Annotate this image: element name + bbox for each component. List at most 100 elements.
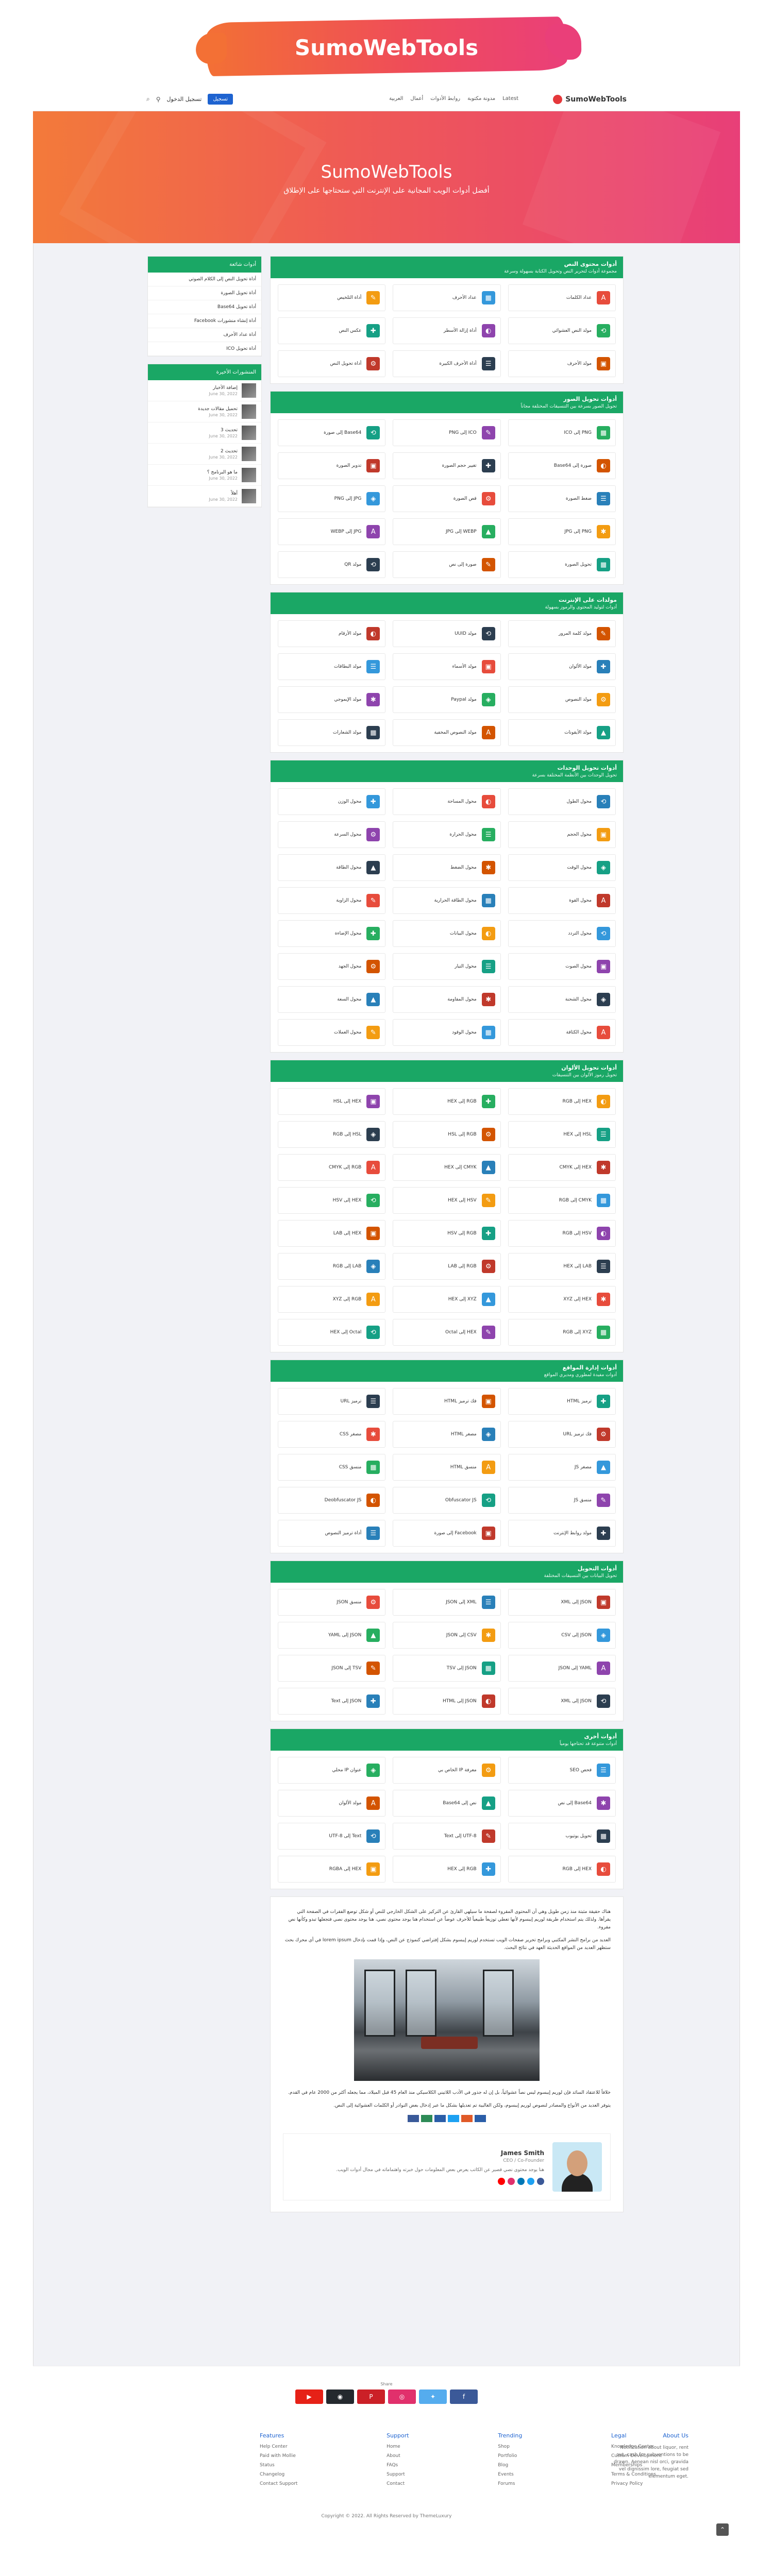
tool-card[interactable]: ◐ مولد الأرقام xyxy=(278,620,386,647)
tool-card[interactable]: ✎ منسق JS xyxy=(508,1487,616,1514)
tool-card[interactable]: ✚ مولد الألوان xyxy=(508,653,616,680)
tool-card[interactable]: A JPG إلى WEBP xyxy=(278,518,386,545)
tool-card[interactable]: ✚ مولد روابط الإنترنت xyxy=(508,1520,616,1547)
tool-card[interactable]: ☰ XML إلى JSON xyxy=(393,1589,501,1616)
tool-card[interactable]: ▣ تدوير الصورة xyxy=(278,452,386,479)
footer-link[interactable]: Status xyxy=(260,2463,297,2468)
tool-card[interactable]: ✚ محول الوزن xyxy=(278,788,386,815)
tool-card[interactable]: ⚙ مولد النصوص xyxy=(508,686,616,713)
tool-card[interactable]: ◈ مولد Paypal xyxy=(393,686,501,713)
tool-card[interactable]: ▣ فك ترميز HTML xyxy=(393,1388,501,1415)
tool-card[interactable]: A منسق HTML xyxy=(393,1454,501,1481)
sidebar-tool-link[interactable]: أداة عداد الأحرف xyxy=(148,328,261,342)
tool-card[interactable]: ▣ محول الصوت xyxy=(508,953,616,980)
tool-card[interactable]: ✚ ترميز HTML xyxy=(508,1388,616,1415)
tool-card[interactable]: ✚ RGB إلى HEX xyxy=(393,1088,501,1115)
footer-link[interactable]: Contact Support xyxy=(260,2481,297,2486)
sidebar-tool-link[interactable]: أداة تحويل ICO xyxy=(148,342,261,356)
tool-card[interactable]: ▲ محول السعة xyxy=(278,986,386,1013)
recent-post-item[interactable]: أهلاً June 30, 2022 xyxy=(148,486,261,507)
tool-card[interactable]: ▦ JSON إلى TSV xyxy=(393,1655,501,1682)
recent-post-item[interactable]: تحديث 3 June 30, 2022 xyxy=(148,422,261,444)
share-linkedin-button[interactable] xyxy=(434,2115,446,2122)
tool-card[interactable]: ▣ HEX إلى LAB xyxy=(278,1220,386,1247)
tool-card[interactable]: ◈ JPG إلى PNG xyxy=(278,485,386,512)
tool-card[interactable]: ⟲ Base64 إلى صورة xyxy=(278,419,386,446)
instagram-icon[interactable] xyxy=(508,2177,515,2185)
pinterest-icon[interactable]: P xyxy=(357,2389,385,2404)
tool-card[interactable]: ◈ محول الشحنة xyxy=(508,986,616,1013)
tool-card[interactable]: ✎ HSV إلى HEX xyxy=(393,1187,501,1214)
tool-card[interactable]: ✎ محول الزاوية xyxy=(278,887,386,914)
sidebar-tool-link[interactable]: أداة تحويل النص إلى الكلام الصوتي xyxy=(148,273,261,286)
footer-link[interactable]: Changelog xyxy=(260,2472,297,2477)
share-facebook-button[interactable] xyxy=(475,2115,486,2122)
tool-card[interactable]: ◐ HEX إلى RGB xyxy=(508,1856,616,1883)
tool-card[interactable]: ⚙ RGB إلى LAB xyxy=(393,1253,501,1280)
tool-card[interactable]: ✱ PNG إلى JPG xyxy=(508,518,616,545)
tool-card[interactable]: ▦ منسق CSS xyxy=(278,1454,386,1481)
recent-post-item[interactable]: ما هو البرنامج ؟ June 30, 2022 xyxy=(148,465,261,486)
tool-card[interactable]: A عداد الكلمات xyxy=(508,284,616,311)
tool-card[interactable]: ✱ HEX إلى CMYK xyxy=(508,1154,616,1181)
tool-card[interactable]: ☰ أداة الأحرف الكبيرة xyxy=(393,350,501,377)
login-link[interactable]: تسجيل الدخول xyxy=(167,96,202,103)
tool-card[interactable]: ▲ مولد الأيقونات xyxy=(508,719,616,746)
tool-card[interactable]: ▦ مولد الشعارات xyxy=(278,719,386,746)
youtube-icon[interactable] xyxy=(498,2177,505,2185)
share-reddit-button[interactable] xyxy=(461,2115,473,2122)
tool-card[interactable]: ☰ فحص SEO xyxy=(508,1757,616,1784)
tool-card[interactable]: ☰ LAB إلى HEX xyxy=(508,1253,616,1280)
tool-card[interactable]: ⚙ قص الصورة xyxy=(393,485,501,512)
tool-card[interactable]: ▣ مولد الأحرف xyxy=(508,350,616,377)
recent-post-item[interactable]: إضافة الأخبار June 30, 2022 xyxy=(148,380,261,401)
tool-card[interactable]: ▦ PNG إلى ICO xyxy=(508,419,616,446)
tool-card[interactable]: ☰ ضغط الصورة xyxy=(508,485,616,512)
tool-card[interactable]: A RGB إلى XYZ xyxy=(278,1286,386,1313)
tool-card[interactable]: ◈ HSL إلى RGB xyxy=(278,1121,386,1148)
tool-card[interactable]: ▣ Facebook إلى صورة xyxy=(393,1520,501,1547)
footer-link[interactable]: Support xyxy=(386,2472,409,2477)
user-icon[interactable]: ⚲ xyxy=(156,96,161,103)
tool-card[interactable]: ◈ JSON إلى CSV xyxy=(508,1622,616,1649)
signup-button[interactable]: تسجيل xyxy=(208,94,233,105)
tool-card[interactable]: ⟲ HEX إلى HSV xyxy=(278,1187,386,1214)
tool-card[interactable]: ▦ محول الطاقة الحرارية xyxy=(393,887,501,914)
sidebar-tool-link[interactable]: أداة تحويل Base64 xyxy=(148,300,261,314)
tool-card[interactable]: ◈ عنوان IP محلي xyxy=(278,1757,386,1784)
tool-card[interactable]: ☰ HSL إلى HEX xyxy=(508,1121,616,1148)
nav-link[interactable]: Latest xyxy=(502,96,518,101)
tool-card[interactable]: ⟲ مولد QR xyxy=(278,551,386,578)
tool-card[interactable]: ◐ محول المساحة xyxy=(393,788,501,815)
linkedin-icon[interactable] xyxy=(517,2177,525,2185)
tool-card[interactable]: ◐ HSV إلى RGB xyxy=(508,1220,616,1247)
recent-post-item[interactable]: تحميل مقالات جديدة June 30, 2022 xyxy=(148,401,261,422)
tool-card[interactable]: ▲ JSON إلى YAML xyxy=(278,1622,386,1649)
tool-card[interactable]: A YAML إلى JSON xyxy=(508,1655,616,1682)
youtube-icon[interactable]: ▶ xyxy=(295,2389,323,2404)
tool-card[interactable]: ☰ محول الحرارة xyxy=(393,821,501,848)
tool-card[interactable]: ▲ مصغر JS xyxy=(508,1454,616,1481)
tool-card[interactable]: ✎ مولد كلمة المرور xyxy=(508,620,616,647)
tool-card[interactable]: ⚙ معرفة IP الخاص بي xyxy=(393,1757,501,1784)
tool-card[interactable]: ✱ محول الضغط xyxy=(393,854,501,881)
footer-link[interactable]: Events xyxy=(498,2472,522,2477)
tool-card[interactable]: ▲ نص إلى Base64 xyxy=(393,1790,501,1817)
tool-card[interactable]: ✎ ICO إلى PNG xyxy=(393,419,501,446)
tool-card[interactable]: ✱ محول المقاومة xyxy=(393,986,501,1013)
tool-card[interactable]: ⚙ محول السرعة xyxy=(278,821,386,848)
nav-logo[interactable]: SumoWebTools xyxy=(553,95,627,104)
tool-card[interactable]: ✚ JSON إلى Text xyxy=(278,1688,386,1715)
footer-link[interactable]: Blog xyxy=(498,2463,522,2468)
tool-card[interactable]: ✱ CSV إلى JSON xyxy=(393,1622,501,1649)
tool-card[interactable]: ⟲ Obfuscator JS xyxy=(393,1487,501,1514)
sidebar-tool-link[interactable]: أداة إنشاء منشورات Facebook xyxy=(148,314,261,328)
tool-card[interactable]: ✱ مصغر CSS xyxy=(278,1421,386,1448)
share-whatsapp-button[interactable] xyxy=(421,2115,432,2122)
twitter-icon[interactable] xyxy=(527,2177,534,2185)
tool-card[interactable]: ◐ محول البيانات xyxy=(393,920,501,947)
footer-link[interactable]: Portfolio xyxy=(498,2453,522,2459)
footer-link[interactable]: Shop xyxy=(498,2444,522,2449)
instagram-icon[interactable]: ◎ xyxy=(388,2389,416,2404)
scroll-to-top-button[interactable]: ⌃ xyxy=(716,2523,729,2536)
